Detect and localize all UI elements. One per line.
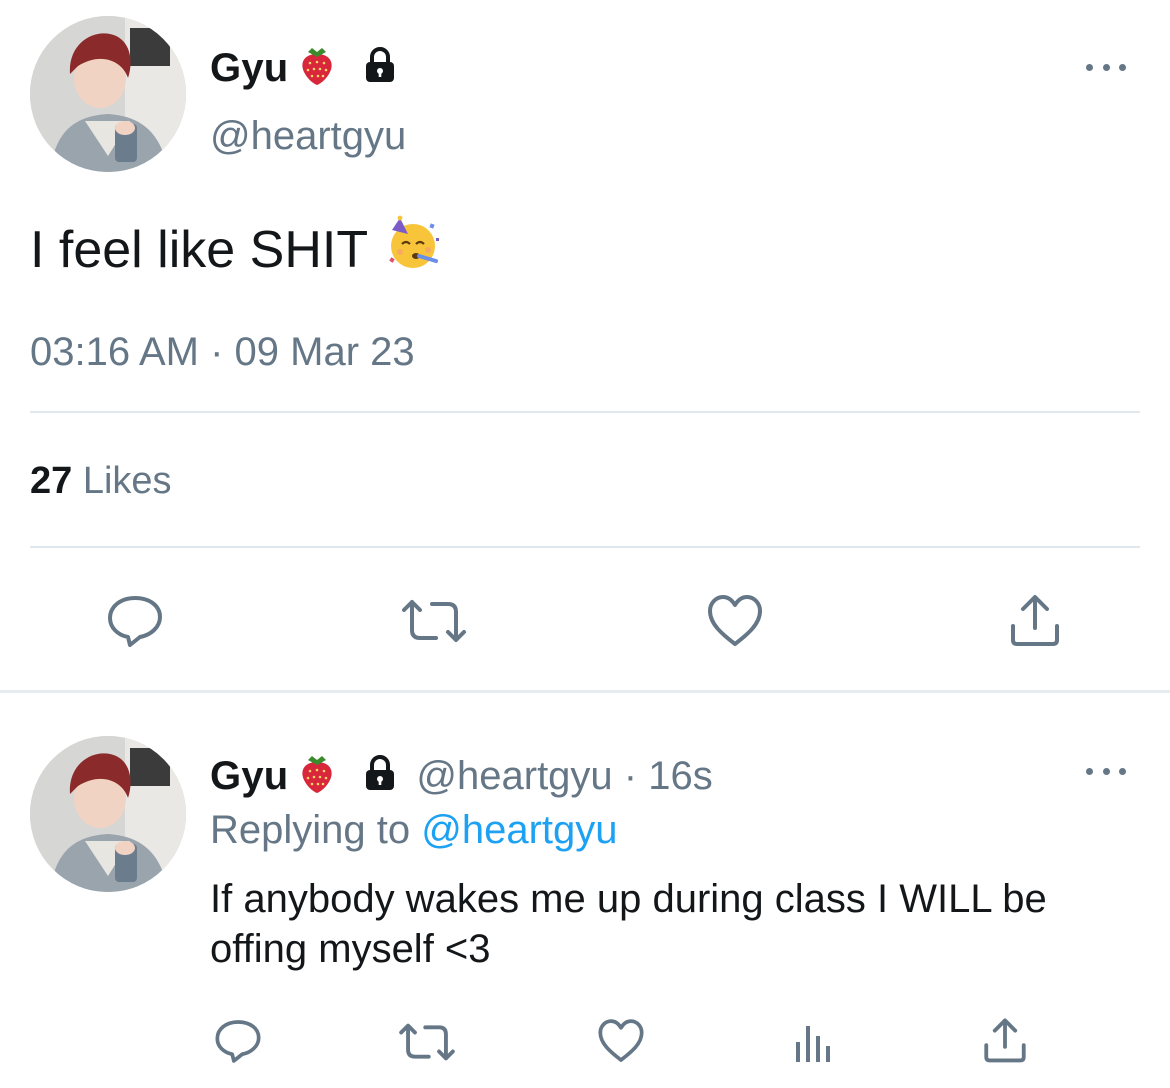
likes-stat[interactable]: 27 Likes <box>30 460 172 503</box>
avatar-photo <box>30 736 186 892</box>
likes-label: Likes <box>82 460 172 502</box>
main-tweet: Gyu @heartgyu I feel like SHIT 03:16 AM … <box>0 0 1170 690</box>
tweet-text-content: I feel like SHIT <box>30 220 369 279</box>
reply-text: If anybody wakes me up during class I WI… <box>210 877 1047 971</box>
more-options-icon[interactable] <box>1086 759 1126 783</box>
tweet-detail-page: Gyu @heartgyu I feel like SHIT 03:16 AM … <box>0 0 1170 1088</box>
avatar[interactable] <box>30 16 186 172</box>
author-handle[interactable]: @heartgyu <box>210 114 406 159</box>
replying-to-line: Replying to @heartgyu <box>210 808 618 853</box>
retweet-icon <box>399 1023 455 1061</box>
share-button[interactable] <box>982 1016 1028 1064</box>
divider <box>30 411 1140 413</box>
avatar[interactable] <box>30 736 186 892</box>
retweet-button[interactable] <box>398 596 470 646</box>
lock-icon <box>360 46 400 91</box>
retweet-button[interactable] <box>396 1020 458 1064</box>
tweet-text: I feel like SHIT <box>30 214 444 285</box>
share-icon <box>984 1018 1026 1063</box>
divider <box>30 546 1140 548</box>
reply-author-row: Gyu @heartgyu · 16s <box>210 750 713 802</box>
replying-to-mention[interactable]: @heartgyu <box>421 808 617 852</box>
retweet-icon <box>402 600 466 642</box>
heart-icon <box>708 595 762 646</box>
tweet-action-bar <box>0 588 1170 652</box>
share-icon <box>1011 595 1059 646</box>
more-options-icon[interactable] <box>1086 55 1126 79</box>
replying-to-label: Replying to <box>210 808 411 852</box>
handle-and-time[interactable]: @heartgyu · 16s <box>416 754 712 799</box>
tweet-timestamp[interactable]: 03:16 AM · 09 Mar 23 <box>30 330 415 375</box>
heart-icon <box>598 1019 644 1062</box>
reply-button[interactable] <box>106 594 164 648</box>
reply-button[interactable] <box>214 1018 262 1064</box>
likes-count: 27 <box>30 460 73 502</box>
avatar-photo <box>30 16 186 172</box>
analytics-button[interactable] <box>792 1020 834 1064</box>
reply-action-bar <box>0 1012 1170 1072</box>
display-name[interactable]: Gyu <box>210 754 288 799</box>
partying-face-icon <box>386 214 444 285</box>
share-button[interactable] <box>1008 592 1062 648</box>
reply-icon <box>215 1020 261 1063</box>
analytics-icon <box>796 1026 830 1062</box>
strawberry-icon <box>298 46 336 91</box>
reply-icon <box>108 596 162 647</box>
strawberry-icon <box>298 754 336 799</box>
like-button[interactable] <box>706 594 764 648</box>
lock-icon <box>360 754 400 799</box>
like-button[interactable] <box>597 1018 645 1064</box>
author-name-row: Gyu <box>210 42 400 94</box>
display-name[interactable]: Gyu <box>210 46 288 91</box>
section-separator <box>0 690 1170 693</box>
